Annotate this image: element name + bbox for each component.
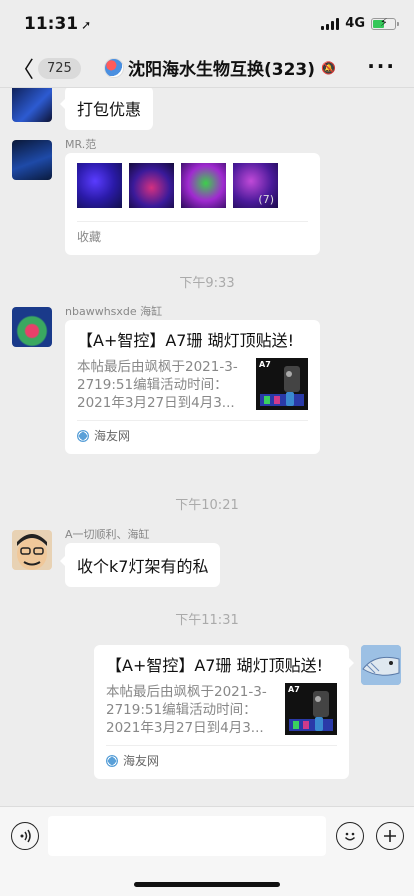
network-label: 4G (345, 16, 365, 31)
cartoon-face-icon (12, 530, 52, 570)
image-thumb[interactable] (129, 163, 174, 208)
plus-icon (384, 830, 396, 842)
chevron-left-icon: 〈 (12, 58, 35, 83)
image-grid-bubble[interactable]: (7) 收藏 (65, 153, 320, 255)
source-logo-icon (106, 754, 118, 767)
link-card[interactable]: 【A+智控】A7珊 瑚灯顶贴送! 本帖最后由飒枫于2021-3-2719:51编… (65, 320, 320, 454)
chat-title[interactable]: 沈阳海水生物互换(323) 🔕 (104, 55, 336, 80)
message-bubble[interactable]: 打包优惠 (59, 88, 154, 130)
timestamp: 下午11:31 (175, 613, 239, 628)
link-card[interactable]: 【A+智控】A7珊 瑚灯顶贴送! 本帖最后由飒枫于2021-3-2719:51编… (94, 645, 354, 779)
back-button[interactable]: 〈 725 (12, 52, 81, 84)
favorite-label: 收藏 (77, 221, 308, 245)
emoji-icon[interactable] (336, 822, 364, 850)
home-indicator (134, 882, 280, 887)
timestamp: 下午9:33 (179, 276, 235, 291)
image-thumbnails: (7) (77, 163, 308, 208)
extra-count: (7) (258, 193, 274, 206)
avatar[interactable] (12, 88, 52, 122)
sender-name: A一切顺利、海缸 (65, 528, 150, 541)
source-name: 海友网 (123, 754, 160, 768)
image-thumb[interactable] (77, 163, 122, 208)
sender-name: MR.范 (65, 138, 97, 151)
image-thumb[interactable] (181, 163, 226, 208)
voice-icon[interactable] (11, 822, 39, 850)
bell-off-icon: 🔕 (321, 60, 336, 75)
link-source: 海友网 (77, 420, 308, 444)
group-logo-icon (104, 57, 124, 78)
message-bubble[interactable]: 收个k7灯架有的私 (59, 543, 221, 587)
source-name: 海友网 (94, 429, 131, 443)
voice-waves-icon (20, 829, 31, 843)
fish-avatar-icon (361, 645, 401, 685)
smile-icon (344, 832, 356, 841)
product-image-icon (260, 366, 304, 406)
link-description: 本帖最后由飒枫于2021-3-2719:51编辑活动时间：2021年3月27日到… (77, 359, 238, 411)
source-logo-icon (77, 429, 89, 442)
battery-icon: ⚡ (371, 16, 399, 30)
add-icon[interactable] (376, 822, 404, 850)
sender-name: nbawwhsxde 海缸 (65, 305, 163, 318)
link-description: 本帖最后由飒枫于2021-3-2719:51编辑活动时间：2021年3月27日到… (106, 684, 267, 736)
link-title: 【A+智控】A7珊 瑚灯顶贴送! (77, 331, 294, 350)
link-thumbnail: A7 (256, 358, 308, 410)
signal-icon (321, 17, 340, 30)
message-text: 打包优惠 (77, 100, 142, 119)
timestamp: 下午10:21 (175, 498, 239, 513)
message-input[interactable] (48, 816, 326, 856)
unread-badge: 725 (38, 57, 81, 79)
product-image-icon (289, 691, 333, 731)
message-text: 收个k7灯架有的私 (77, 557, 209, 576)
status-time: 11:31 ➚ (24, 14, 91, 34)
status-bar: 11:31 ➚ 4G ⚡ (0, 0, 414, 46)
more-icon[interactable]: ··· (367, 54, 396, 78)
time-text: 11:31 (24, 14, 79, 34)
status-right: 4G ⚡ (321, 16, 399, 31)
chat-area[interactable]: 打包优惠 MR.范 (7) 收藏 下午9:33 nbawwhsxde 海缸 【A… (0, 88, 414, 806)
avatar[interactable] (12, 140, 52, 180)
avatar[interactable] (12, 307, 52, 347)
link-thumbnail: A7 (285, 683, 337, 735)
link-source: 海友网 (106, 745, 337, 769)
link-title: 【A+智控】A7珊 瑚灯顶贴送! (106, 656, 323, 675)
chat-title-text: 沈阳海水生物互换(323) (128, 60, 316, 80)
avatar[interactable] (361, 645, 401, 685)
location-icon: ➚ (81, 18, 92, 32)
nav-bar: 〈 725 沈阳海水生物互换(323) 🔕 ··· (0, 46, 414, 88)
image-thumb[interactable]: (7) (233, 163, 278, 208)
avatar[interactable] (12, 530, 52, 570)
